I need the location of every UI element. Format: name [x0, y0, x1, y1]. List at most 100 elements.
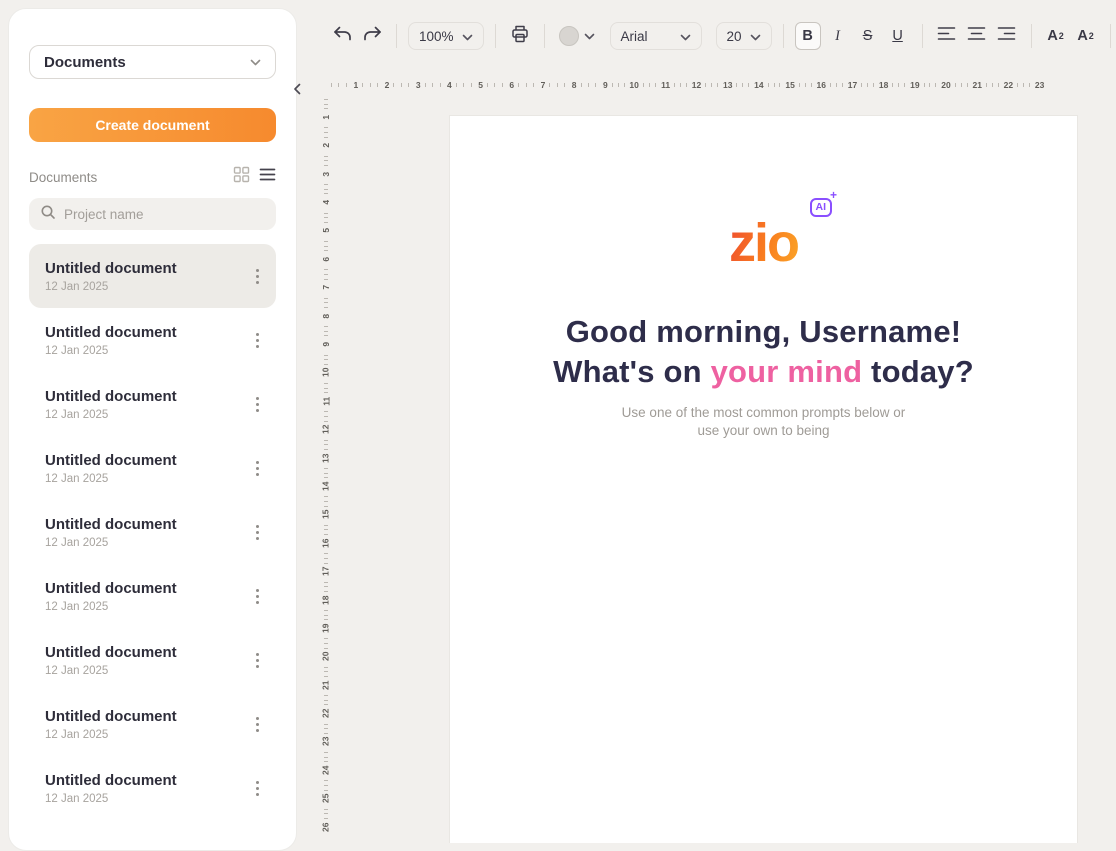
ruler-mark: 20 — [922, 79, 953, 91]
chevron-down-icon — [462, 29, 473, 44]
ruler-mark: 4 — [423, 79, 454, 91]
ruler-mark: 6 — [320, 238, 332, 266]
ruler-mark: 19 — [320, 607, 332, 635]
subscript-button[interactable]: A2 — [1073, 22, 1099, 50]
toolbar-divider — [783, 24, 784, 48]
ruler-mark: 26 — [320, 806, 332, 834]
document-menu-button[interactable] — [249, 262, 266, 290]
ruler-mark: 15 — [766, 79, 797, 91]
document-date: 12 Jan 2025 — [45, 537, 177, 549]
document-list-item[interactable]: Untitled document 12 Jan 2025 — [29, 756, 276, 820]
ruler-mark: 7 — [320, 266, 332, 294]
chevron-down-icon — [584, 27, 595, 45]
ruler-mark: 9 — [320, 323, 332, 351]
document-date: 12 Jan 2025 — [45, 281, 177, 293]
toolbar-divider — [396, 24, 397, 48]
align-left-button[interactable] — [934, 22, 960, 50]
greeting-highlight: your mind — [711, 354, 863, 389]
document-title: Untitled document — [45, 452, 177, 469]
document-menu-button[interactable] — [249, 454, 266, 482]
ruler-mark: 20 — [320, 635, 332, 663]
ruler-mark: 10 — [320, 352, 332, 380]
document-title: Untitled document — [45, 260, 177, 277]
ruler-mark: 3 — [391, 79, 422, 91]
ruler-mark: 6 — [485, 79, 516, 91]
redo-button[interactable] — [359, 22, 385, 50]
document-date: 12 Jan 2025 — [45, 345, 177, 357]
ruler-mark: 14 — [320, 465, 332, 493]
document-title: Untitled document — [45, 516, 177, 533]
zio-logo: zio AI + — [729, 216, 798, 270]
create-document-button[interactable]: Create document — [29, 108, 276, 142]
greeting-line2-pre: What's on — [553, 354, 710, 389]
underline-button[interactable]: U — [885, 22, 911, 50]
search-input[interactable] — [64, 207, 265, 222]
document-list-item[interactable]: Untitled document 12 Jan 2025 — [29, 500, 276, 564]
ruler-mark: 3 — [320, 153, 332, 181]
document-list-item[interactable]: Untitled document 12 Jan 2025 — [29, 244, 276, 308]
workspace-selector[interactable]: Documents — [29, 45, 276, 79]
ruler-mark: 21 — [320, 664, 332, 692]
align-center-button[interactable] — [964, 22, 990, 50]
list-view-icon[interactable] — [259, 167, 276, 187]
font-size-select[interactable]: 20 — [716, 22, 772, 50]
ruler-mark: 24 — [320, 749, 332, 777]
chevron-down-icon — [250, 53, 261, 71]
document-date: 12 Jan 2025 — [45, 473, 177, 485]
strikethrough-button[interactable]: S — [855, 22, 881, 50]
zoom-select[interactable]: 100% — [408, 22, 484, 50]
document-title: Untitled document — [45, 324, 177, 341]
ruler-mark: 23 — [320, 721, 332, 749]
document-menu-button[interactable] — [249, 582, 266, 610]
ai-badge: AI — [810, 198, 833, 217]
ruler-mark: 13 — [320, 437, 332, 465]
superscript-button[interactable]: A2 — [1043, 22, 1069, 50]
font-family-select[interactable]: Arial — [610, 22, 702, 50]
collapse-sidebar-button[interactable] — [288, 78, 306, 102]
zio-logo-text: zio — [729, 216, 798, 270]
text-color-button[interactable] — [556, 22, 598, 50]
document-list-item[interactable]: Untitled document 12 Jan 2025 — [29, 692, 276, 756]
ruler-mark: 22 — [320, 692, 332, 720]
document-list-item[interactable]: Untitled document 12 Jan 2025 — [29, 564, 276, 628]
document-page[interactable]: zio AI + Good morning, Username! What's … — [449, 115, 1078, 843]
print-button[interactable] — [507, 22, 533, 50]
vertical-ruler[interactable]: 1234567891011121314151617181920212223242… — [320, 96, 332, 843]
document-list-item[interactable]: Untitled document 12 Jan 2025 — [29, 308, 276, 372]
ruler-mark: 7 — [516, 79, 547, 91]
document-list-item[interactable]: Untitled document 12 Jan 2025 — [29, 372, 276, 436]
horizontal-ruler[interactable]: 1234567891011121314151617181920212223 — [329, 79, 1116, 91]
undo-icon — [333, 26, 352, 47]
ruler-mark: 10 — [610, 79, 641, 91]
toolbar-divider — [495, 24, 496, 48]
search-box[interactable] — [29, 198, 276, 230]
search-icon — [40, 204, 56, 225]
chevron-left-icon — [293, 83, 301, 98]
document-list: Untitled document 12 Jan 2025 Untitled d… — [29, 244, 276, 820]
redo-icon — [363, 26, 382, 47]
document-list-item[interactable]: Untitled document 12 Jan 2025 — [29, 436, 276, 500]
toolbar: 100% Arial 20 B I S U — [327, 14, 1116, 58]
bold-button[interactable]: B — [795, 22, 821, 50]
document-menu-button[interactable] — [249, 646, 266, 674]
ruler-mark: 21 — [953, 79, 984, 91]
ruler-mark: 17 — [320, 550, 332, 578]
document-menu-button[interactable] — [249, 518, 266, 546]
undo-button[interactable] — [329, 22, 355, 50]
document-menu-button[interactable] — [249, 774, 266, 802]
greeting-line1: Good morning, Username! — [566, 314, 962, 349]
grid-view-icon[interactable] — [233, 166, 250, 188]
document-menu-button[interactable] — [249, 390, 266, 418]
ruler-mark: 16 — [797, 79, 828, 91]
ruler-mark: 22 — [984, 79, 1015, 91]
document-list-item[interactable]: Untitled document 12 Jan 2025 — [29, 628, 276, 692]
toolbar-divider — [544, 24, 545, 48]
ruler-mark: 9 — [579, 79, 610, 91]
document-menu-button[interactable] — [249, 326, 266, 354]
document-menu-button[interactable] — [249, 710, 266, 738]
documents-section-label: Documents — [29, 170, 97, 185]
ruler-mark: 25 — [320, 777, 332, 805]
align-right-button[interactable] — [994, 22, 1020, 50]
italic-button[interactable]: I — [825, 22, 851, 50]
ruler-mark: 12 — [672, 79, 703, 91]
